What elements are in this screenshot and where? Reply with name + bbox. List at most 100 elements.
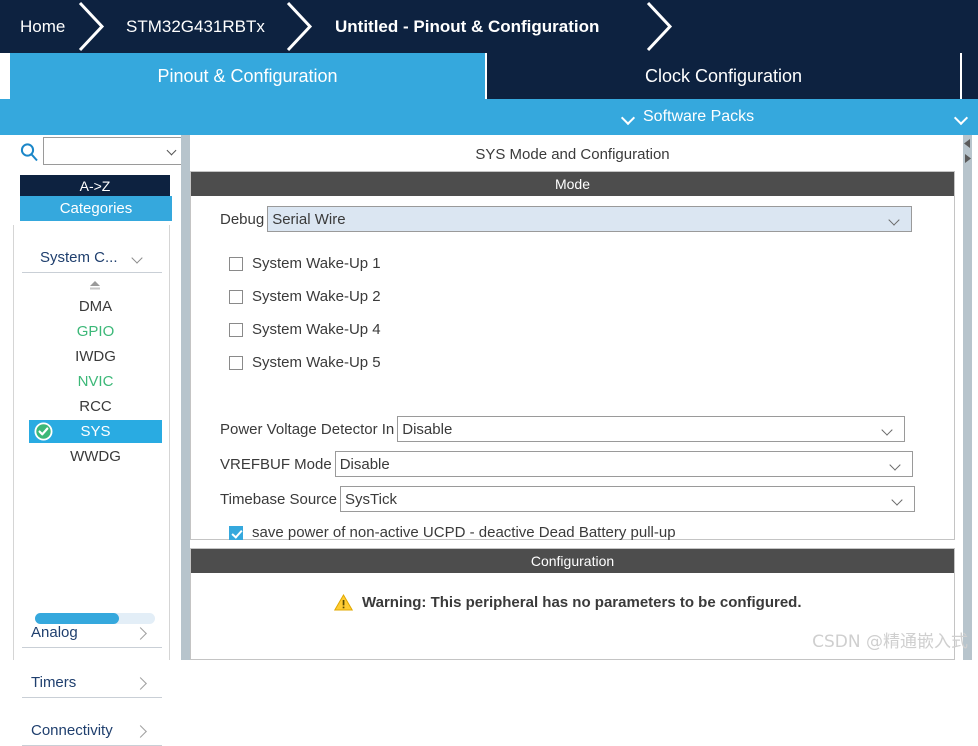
software-packs-menu[interactable]: Software Packs [622,99,754,135]
chevron-down-icon [893,496,905,504]
wakeup2-checkbox[interactable] [229,290,243,304]
peripheral-label: NVIC [78,373,114,390]
wakeup5-checkbox[interactable] [229,356,243,370]
search-icon [19,142,39,162]
wakeup4-label: System Wake-Up 4 [252,321,381,338]
breadcrumb-chevron-icon [78,0,112,53]
configuration-card-header: Configuration [191,549,954,573]
chevron-down-icon [955,113,968,121]
watermark: CSDN @精通嵌入式 [812,627,968,652]
pvd-label: Power Voltage Detector In [220,421,397,438]
timebase-row: Timebase Source SysTick [220,486,915,512]
list-scroll-up-button[interactable] [86,278,104,292]
chevron-right-icon [135,676,148,690]
breadcrumb: Home STM32G431RBTx Untitled - Pinout & C… [0,0,978,53]
debug-row: Debug Serial Wire [220,206,912,232]
mode-card: Mode Debug Serial Wire System Wake-Up 1 … [190,171,955,540]
vrefbuf-label: VREFBUF Mode [220,456,335,473]
main-tabs: Pinout & Configuration Clock Configurati… [0,53,978,99]
sidebar-item-wwdg[interactable]: WWDG [29,445,162,468]
configured-check-icon [34,422,53,441]
chevron-right-icon [135,626,148,640]
breadcrumb-label: Untitled - Pinout & Configuration [335,17,599,37]
breadcrumb-item-current[interactable]: Untitled - Pinout & Configuration [335,0,599,53]
tab-clock-configuration[interactable]: Clock Configuration [487,53,960,99]
sys-configuration-panel: SYS Mode and Configuration Mode Debug Se… [190,135,955,660]
sidebar-group-label: Timers [31,674,76,691]
sidebar-item-dma[interactable]: DMA [29,295,162,318]
pinout-menu[interactable] [955,99,968,135]
wakeup1-row[interactable]: System Wake-Up 1 [229,255,381,272]
sidebar-tab-label: Categories [60,200,133,217]
chevron-right-icon [135,724,148,738]
peripheral-label: SYS [80,423,110,440]
sidebar-item-rcc[interactable]: RCC [29,395,162,418]
sidebar-tab-label: A->Z [80,178,111,194]
breadcrumb-item-home[interactable]: Home [20,0,65,53]
peripheral-label: DMA [79,298,112,315]
pvd-select[interactable]: Disable [397,416,905,442]
vrefbuf-row: VREFBUF Mode Disable [220,451,913,477]
vrefbuf-value: Disable [336,456,390,473]
tab-pinout-configuration[interactable]: Pinout & Configuration [10,53,485,99]
chevron-down-icon [622,113,635,121]
sidebar-group-analog[interactable]: Analog [22,618,162,648]
sidebar-group-system-core[interactable]: System C... [22,243,162,273]
vrefbuf-select[interactable]: Disable [335,451,913,477]
chevron-down-icon [883,426,895,434]
tab-project-manager[interactable] [962,53,978,99]
sidebar-item-sys[interactable]: SYS [29,420,162,443]
pvd-value: Disable [398,421,452,438]
sidebar-group-timers[interactable]: Timers [22,668,162,698]
right-scroll-rail [955,135,978,660]
sidebar-group-connectivity[interactable]: Connectivity [22,716,162,746]
wakeup2-row[interactable]: System Wake-Up 2 [229,288,381,305]
sidebar-tab-categories[interactable]: Categories [20,196,172,221]
sidebar-group-label: Connectivity [31,722,113,739]
wakeup2-label: System Wake-Up 2 [252,288,381,305]
scroll-right-arrow-icon[interactable] [961,152,974,165]
breadcrumb-label: Home [20,17,65,37]
vertical-scrollbar[interactable] [963,135,972,660]
peripheral-label: WWDG [70,448,121,465]
sidebar-group-label: System C... [40,249,118,266]
wakeup1-label: System Wake-Up 1 [252,255,381,272]
ucpd-checkbox[interactable] [229,526,243,540]
wakeup4-checkbox[interactable] [229,323,243,337]
timebase-label: Timebase Source [220,491,340,508]
wakeup5-label: System Wake-Up 5 [252,354,381,371]
mode-card-header: Mode [191,172,954,196]
peripheral-sidebar: A->Z Categories System C... DMA GPIO IWD… [0,135,181,660]
sidebar-item-gpio[interactable]: GPIO [29,320,162,343]
wakeup5-row[interactable]: System Wake-Up 5 [229,354,381,371]
warning-triangle-icon [334,594,353,611]
software-packs-label: Software Packs [643,108,754,126]
ucpd-row[interactable]: save power of non-active UCPD - deactive… [229,524,676,541]
sidebar-tab-az[interactable]: A->Z [20,175,170,196]
wakeup1-checkbox[interactable] [229,257,243,271]
search-input[interactable] [43,137,183,165]
software-packs-bar: Software Packs [0,99,978,135]
peripheral-label: RCC [79,398,112,415]
breadcrumb-chevron-icon [286,0,320,53]
scroll-left-arrow-icon[interactable] [961,137,974,150]
warning-text: Warning: This peripheral has no paramete… [362,594,802,611]
sidebar-item-iwdg[interactable]: IWDG [29,345,162,368]
breadcrumb-item-device[interactable]: STM32G431RBTx [126,0,265,53]
wakeup4-row[interactable]: System Wake-Up 4 [229,321,381,338]
timebase-value: SysTick [341,491,397,508]
peripheral-label: GPIO [77,323,115,340]
timebase-select[interactable]: SysTick [340,486,915,512]
tab-label: Clock Configuration [645,66,802,87]
sidebar-group-label: Analog [31,624,78,641]
chevron-down-icon [132,254,145,263]
ucpd-label: save power of non-active UCPD - deactive… [252,524,676,541]
sidebar-item-nvic[interactable]: NVIC [29,370,162,393]
sidebar-splitter[interactable] [181,135,190,660]
debug-select[interactable]: Serial Wire [267,206,912,232]
search-dropdown-arrow-icon[interactable] [168,147,179,154]
peripheral-list-panel: System C... DMA GPIO IWDG NVIC RCC [13,225,170,660]
page-title: SYS Mode and Configuration [190,140,955,168]
tab-label: Pinout & Configuration [157,66,337,87]
debug-label: Debug [220,211,267,228]
